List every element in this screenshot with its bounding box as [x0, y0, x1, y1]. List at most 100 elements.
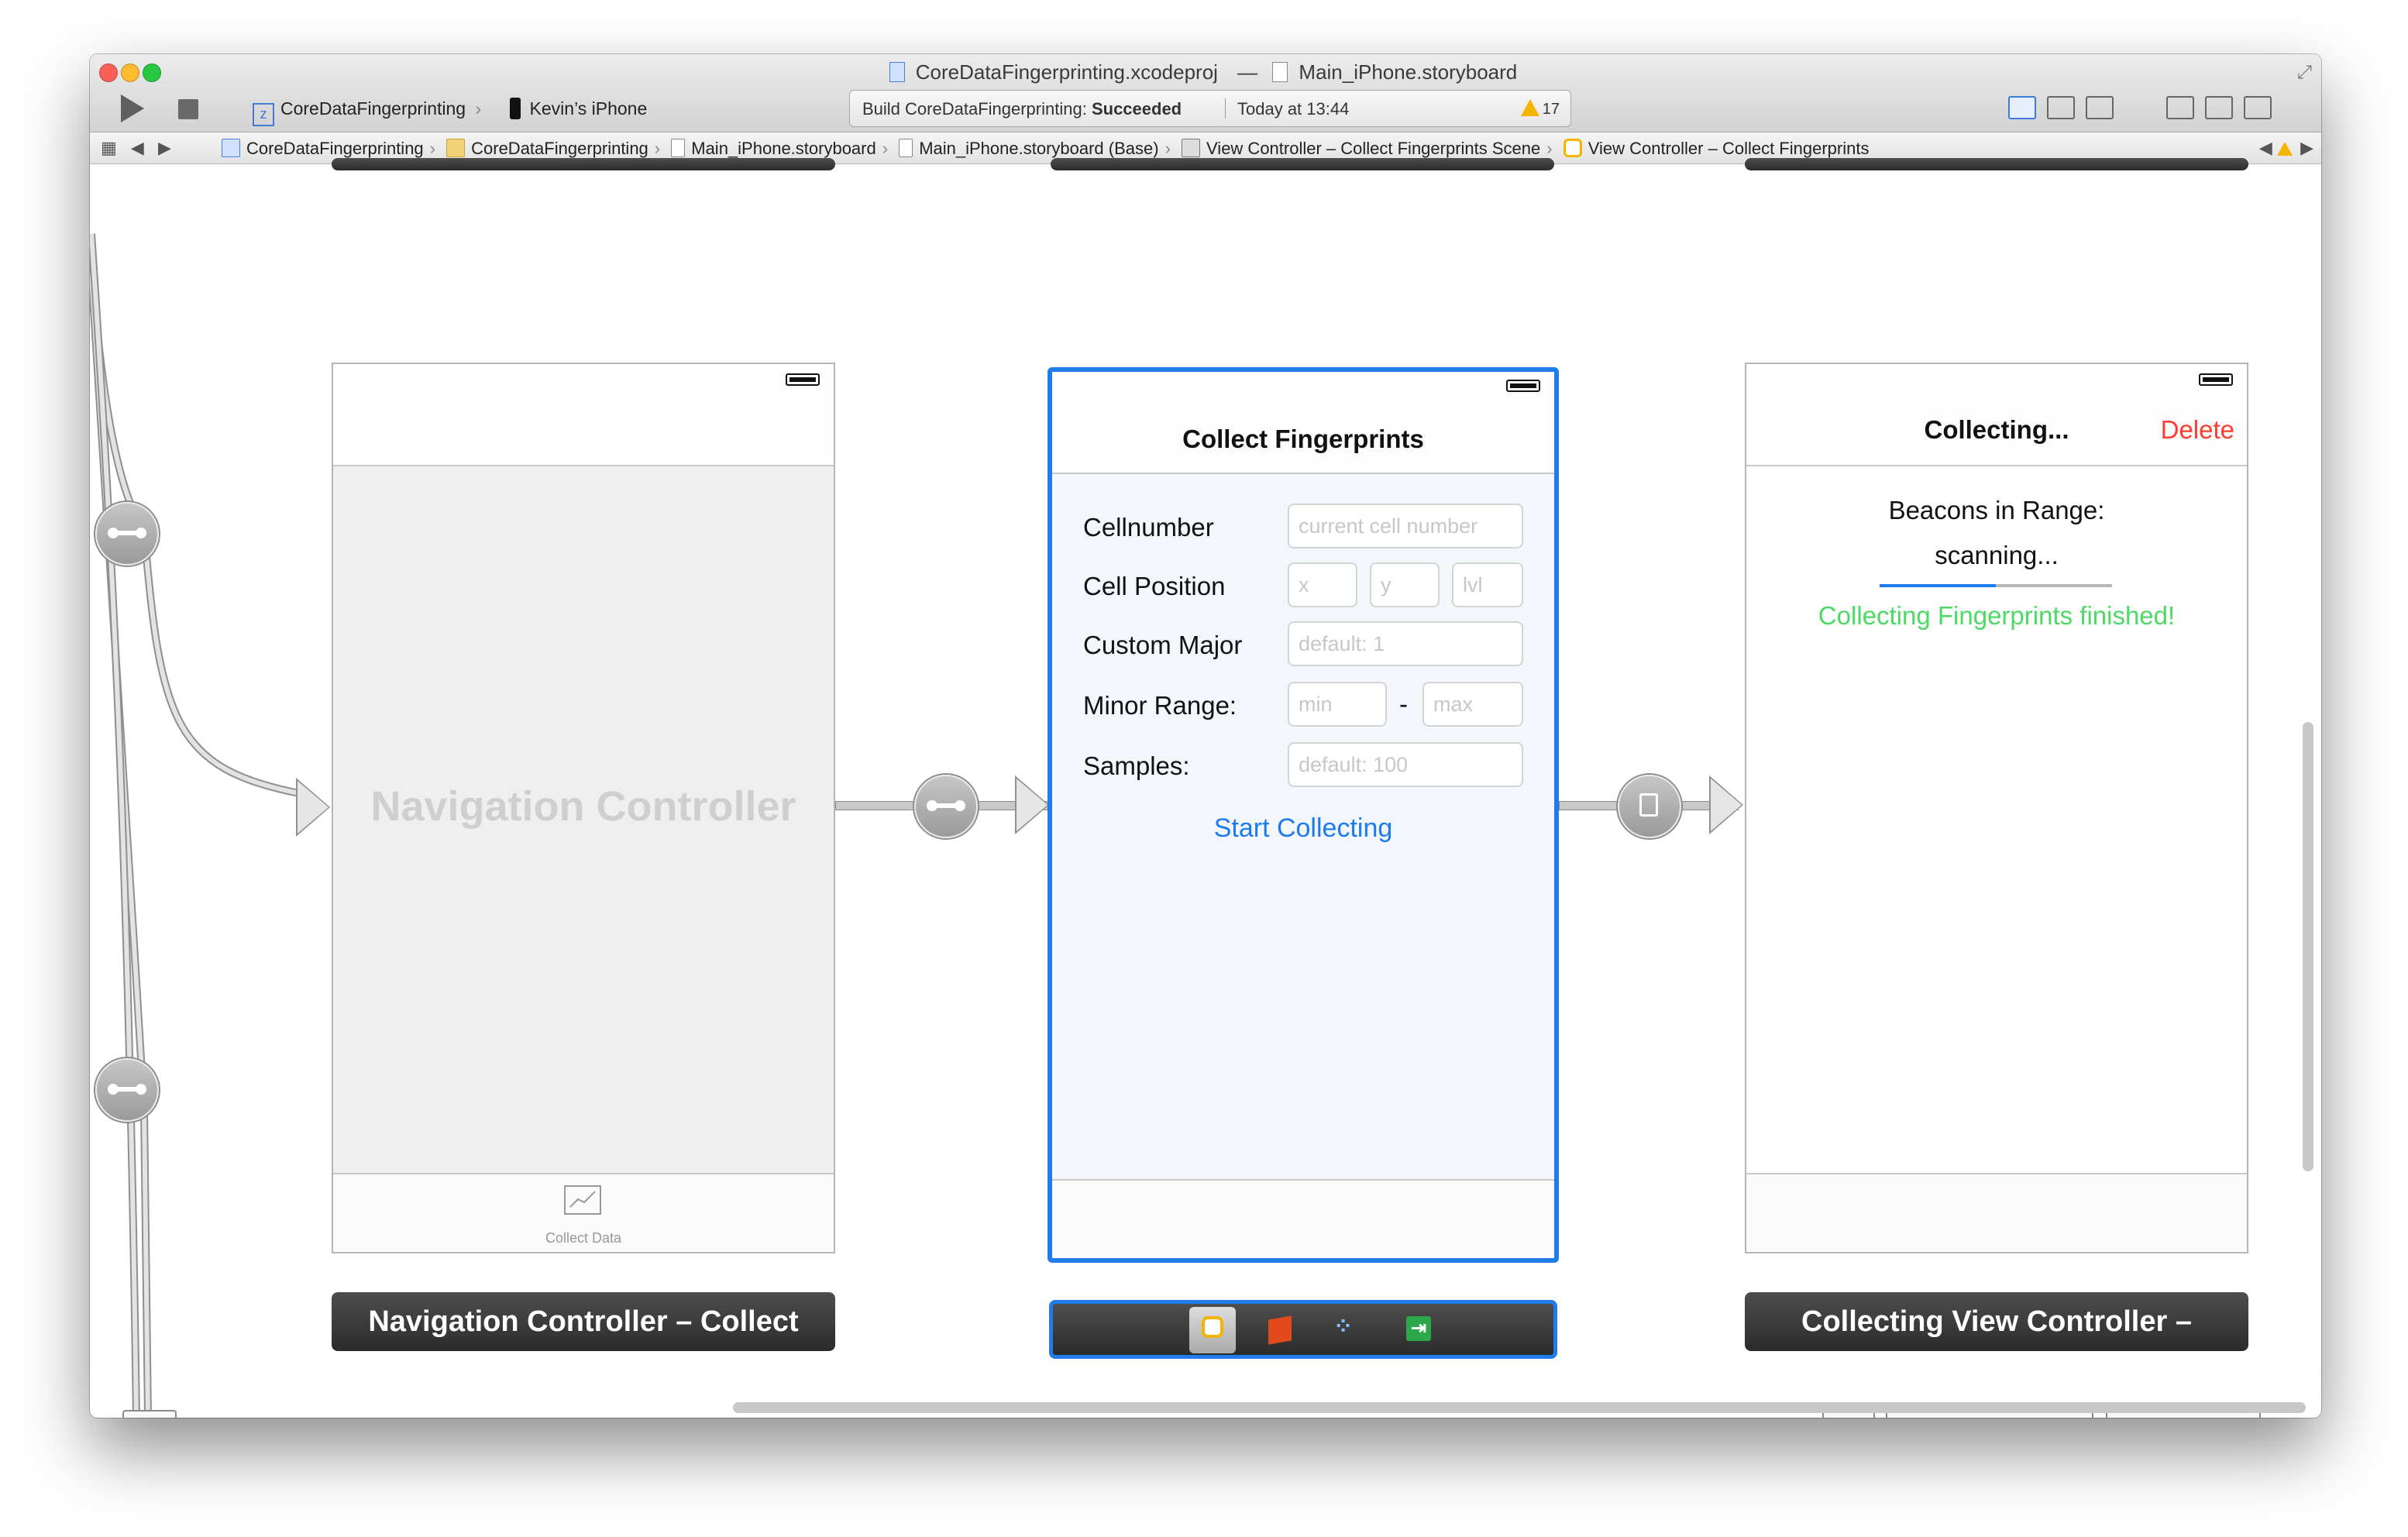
crumb-label: View Controller – Collect Fingerprints S…: [1206, 139, 1541, 158]
breadcrumb-folder[interactable]: CoreDataFingerprinting ›: [446, 139, 660, 159]
forward-icon[interactable]: ▶: [158, 138, 176, 157]
jump-bar-nav: ▦ ◀ ▶: [101, 138, 176, 158]
storyboard-icon: [899, 139, 913, 157]
battery-icon: [1506, 380, 1540, 392]
storyboard-file-name: Main_iPhone.storyboard: [1299, 60, 1518, 84]
relationship-segue-icon[interactable]: [95, 502, 159, 566]
navigation-controller-scene[interactable]: Navigation Controller Collect Data: [332, 363, 835, 1253]
project-file-name: CoreDataFingerprinting.xcodeproj: [915, 60, 1218, 84]
run-button[interactable]: [121, 95, 144, 122]
vertical-scrollbar[interactable]: [2303, 722, 2313, 1171]
tab-bar: [1052, 1179, 1554, 1258]
crumb-label: Main_iPhone.storyboard: [691, 139, 876, 158]
first-responder-icon[interactable]: [1268, 1315, 1292, 1345]
document-outline-toggle-button[interactable]: ▸: [122, 1410, 177, 1418]
iphone-icon: [509, 98, 521, 119]
object-icon[interactable]: ⁘: [1333, 1315, 1353, 1339]
activity-status: Build CoreDataFingerprinting: Succeeded …: [849, 90, 1571, 127]
segue-arrow-icon: [298, 781, 329, 834]
next-issue-icon[interactable]: ▶: [2300, 138, 2313, 157]
breadcrumb-storyboard[interactable]: Main_iPhone.storyboard ›: [671, 139, 888, 159]
xcodeproj-icon: [889, 62, 905, 82]
segue-arrow-icon: [1711, 779, 1742, 831]
toolbar: CoreDataFingerprinting.xcodeproj — Main_…: [90, 54, 2321, 132]
collecting-view-controller-scene[interactable]: Collecting... Delete Beacons in Range: s…: [1745, 363, 2248, 1253]
warning-indicator[interactable]: 17: [1520, 99, 1560, 119]
navigation-controller-dock[interactable]: Navigation Controller – Collect: [332, 1292, 835, 1351]
previous-issue-icon[interactable]: ◀: [2259, 138, 2272, 157]
assistant-editor-button[interactable]: [2047, 96, 2075, 119]
scheme-icon: z: [253, 103, 274, 126]
navigation-bar: Collecting... Delete: [1746, 364, 2247, 466]
warning-count: 17: [1542, 101, 1560, 118]
build-status-result: Succeeded: [1091, 99, 1182, 119]
crumb-label: CoreDataFingerprinting: [246, 139, 424, 158]
cellnumber-field[interactable]: current cell number: [1288, 504, 1523, 548]
breadcrumb-scene[interactable]: View Controller – Collect Fingerprints S…: [1182, 139, 1553, 159]
cellnumber-label: Cellnumber: [1083, 513, 1214, 542]
relationship-segue-icon[interactable]: [914, 775, 978, 838]
debug-area-toggle-button[interactable]: [2205, 96, 2233, 119]
minor-min-field[interactable]: min: [1288, 682, 1387, 727]
position-y-field[interactable]: y: [1370, 562, 1440, 607]
exit-icon[interactable]: ⇥: [1406, 1316, 1431, 1341]
version-editor-button[interactable]: [2086, 96, 2114, 119]
stop-button[interactable]: [178, 99, 198, 119]
utilities-toggle-button[interactable]: [2244, 96, 2272, 119]
tab-bar: Collect Data: [333, 1173, 834, 1252]
crumb-label: View Controller – Collect Fingerprints: [1588, 139, 1870, 158]
view-controller-icon: [1563, 139, 1582, 157]
start-collecting-button[interactable]: Start Collecting: [1052, 813, 1554, 844]
breadcrumb-view-controller[interactable]: View Controller – Collect Fingerprints: [1563, 139, 1870, 159]
build-status: Build CoreDataFingerprinting: Succeeded: [862, 99, 1182, 119]
warning-icon: [1520, 99, 1539, 116]
scheme-chevron-icon: ›: [475, 98, 482, 119]
scene-dock-top: [1745, 158, 2248, 170]
breadcrumb-storyboard-base[interactable]: Main_iPhone.storyboard (Base) ›: [899, 139, 1171, 159]
modal-segue-icon[interactable]: [1618, 775, 1681, 838]
samples-field[interactable]: default: 100: [1288, 742, 1523, 787]
minor-max-field[interactable]: max: [1422, 682, 1523, 727]
scheme-selector[interactable]: z CoreDataFingerprinting › Kevin’s iPhone: [253, 98, 647, 126]
storyboard-canvas[interactable]: Navigation Controller Collect Data Navig…: [90, 158, 2321, 1418]
scene-dock-top: [1051, 158, 1554, 170]
delete-button[interactable]: Delete: [2161, 415, 2234, 445]
crumb-label: CoreDataFingerprinting: [471, 139, 648, 158]
position-lvl-field[interactable]: lvl: [1452, 562, 1523, 607]
navigation-bar: [333, 364, 834, 466]
horizontal-scrollbar[interactable]: [733, 1402, 2306, 1413]
relationship-segue-icon[interactable]: [95, 1058, 159, 1122]
scene-dock-top: [332, 158, 835, 170]
scene-dock[interactable]: ⁘ ⇥: [1049, 1300, 1557, 1359]
collect-fingerprints-scene[interactable]: Collect Fingerprints Cellnumber current …: [1047, 367, 1559, 1263]
standard-editor-button[interactable]: [2008, 96, 2036, 119]
build-status-prefix: Build CoreDataFingerprinting:: [862, 99, 1087, 119]
folder-icon: [446, 139, 466, 157]
navigator-toggle-button[interactable]: [2166, 96, 2194, 119]
position-x-field[interactable]: x: [1288, 562, 1357, 607]
breadcrumb: CoreDataFingerprinting › CoreDataFingerpr…: [222, 139, 1875, 159]
scene-icon: [1182, 139, 1201, 157]
progress-bar: [1880, 584, 2112, 587]
collecting-view-controller-dock[interactable]: Collecting View Controller –: [1745, 1292, 2248, 1351]
project-icon: [222, 139, 240, 157]
beacons-in-range-label: Beacons in Range:: [1888, 496, 2105, 524]
storyboard-file-icon: [1272, 62, 1288, 82]
related-items-icon[interactable]: ▦: [101, 138, 122, 157]
custom-major-field[interactable]: default: 1: [1288, 621, 1523, 666]
scanning-label: scanning...: [1935, 541, 2059, 569]
view-controller-icon[interactable]: [1202, 1316, 1223, 1338]
nav-title: Collect Fingerprints: [1182, 425, 1424, 453]
progress-fill: [1880, 584, 1996, 587]
fullscreen-icon[interactable]: ⤢: [2297, 62, 2312, 84]
tab-bar-item-label[interactable]: Collect Data: [333, 1230, 834, 1246]
minor-range-label: Minor Range:: [1083, 691, 1237, 720]
build-time: Today at 13:44: [1237, 99, 1350, 119]
range-dash: -: [1399, 689, 1408, 718]
back-icon[interactable]: ◀: [131, 138, 149, 157]
breadcrumb-project[interactable]: CoreDataFingerprinting ›: [222, 139, 435, 159]
navigation-bar: Collect Fingerprints: [1052, 372, 1554, 474]
tab-bar: [1746, 1173, 2247, 1252]
crumb-label: Main_iPhone.storyboard (Base): [919, 139, 1159, 158]
device-name: Kevin’s iPhone: [529, 98, 648, 119]
